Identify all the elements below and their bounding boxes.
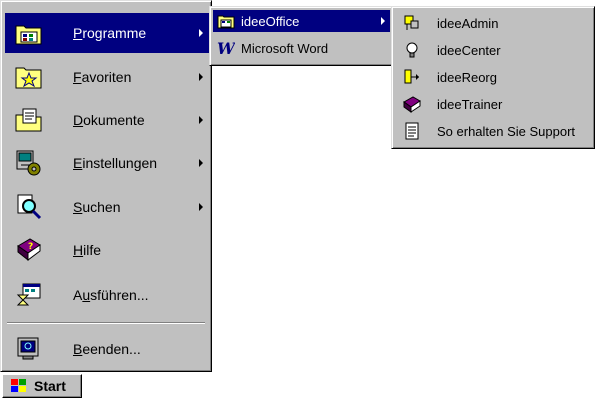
menu-separator [7, 322, 205, 324]
windows-logo-icon [9, 377, 31, 395]
accel-letter: B [73, 341, 83, 357]
reorg-icon [401, 66, 423, 88]
submenu-item-label: ideeReorg [437, 69, 497, 85]
submenu-arrow-icon [199, 203, 203, 211]
accel-letter: E [73, 155, 83, 171]
programs-folder-icon [11, 17, 47, 49]
accel-letter: u [82, 287, 91, 303]
accel-letter: P [73, 25, 83, 41]
trainer-book-icon [401, 93, 423, 115]
start-button[interactable]: Start [2, 374, 82, 398]
document-icon [401, 120, 423, 142]
menu-item-label: eenden... [82, 341, 141, 357]
ideeoffice-submenu: ideeAdmin ideeCenter ideeReorg ideeTrain… [391, 6, 595, 149]
search-icon [11, 191, 47, 223]
start-menu: Programme Favoriten Dokumente Einstellun… [0, 0, 212, 372]
favorites-folder-icon [11, 61, 47, 93]
menu-item-label: uchen [82, 199, 121, 215]
menu-item-label-pre: A [73, 287, 83, 303]
menu-item-hilfe[interactable]: ? Hilfe [5, 230, 209, 270]
submenu-item-label: Microsoft Word [241, 40, 329, 56]
submenu-item-ideereorg[interactable]: ideeReorg [395, 64, 591, 90]
submenu-arrow-icon [199, 29, 203, 37]
submenu-item-microsoft-word[interactable]: W Microsoft Word [213, 37, 390, 59]
submenu-arrow-icon [199, 116, 203, 124]
accel-letter: F [73, 69, 82, 85]
menu-item-label: sführen... [90, 287, 149, 303]
menu-item-programme[interactable]: Programme [5, 13, 209, 53]
menu-item-label: ilfe [83, 242, 102, 258]
submenu-item-ideeoffice[interactable]: ideeOffice [213, 10, 390, 32]
accel-letter: H [73, 242, 84, 258]
submenu-item-label: So erhalten Sie Support [437, 123, 576, 139]
menu-item-dokumente[interactable]: Dokumente [5, 100, 209, 140]
submenu-item-label: ideeOffice [241, 13, 300, 29]
submenu-item-ideecenter[interactable]: ideeCenter [395, 37, 591, 63]
word-icon: W [217, 39, 235, 57]
lightbulb-icon [401, 39, 423, 61]
menu-item-label: instellungen [82, 155, 158, 171]
menu-item-suchen[interactable]: Suchen [5, 187, 209, 227]
menu-item-favoriten[interactable]: Favoriten [5, 57, 209, 97]
program-group-icon [217, 12, 235, 30]
accel-letter: D [73, 112, 84, 128]
submenu-item-support[interactable]: So erhalten Sie Support [395, 118, 591, 144]
submenu-item-label: ideeCenter [437, 42, 501, 58]
svg-text:W: W [217, 40, 235, 56]
submenu-item-ideeadmin[interactable]: ideeAdmin [395, 10, 591, 36]
submenu-arrow-icon [199, 159, 203, 167]
submenu-arrow-icon [199, 73, 203, 81]
menu-item-ausfuehren[interactable]: Ausführen... [5, 275, 209, 315]
menu-item-label: avoriten [81, 69, 132, 85]
documents-folder-icon [11, 104, 47, 136]
menu-item-beenden[interactable]: Beenden... [5, 329, 209, 369]
help-book-icon: ? [11, 234, 47, 266]
svg-text:?: ? [28, 242, 33, 252]
settings-icon [11, 147, 47, 179]
shutdown-icon [11, 333, 47, 365]
accel-letter: S [73, 199, 83, 215]
submenu-item-ideetrainer[interactable]: ideeTrainer [395, 91, 591, 117]
submenu-item-label: ideeAdmin [437, 15, 499, 31]
menu-item-label: okumente [83, 112, 145, 128]
run-icon [11, 279, 47, 311]
admin-icon [401, 12, 423, 34]
menu-item-einstellungen[interactable]: Einstellungen [5, 143, 209, 183]
programs-submenu: ideeOffice W Microsoft Word [209, 6, 394, 66]
submenu-item-label: ideeTrainer [437, 96, 503, 112]
submenu-arrow-icon [381, 17, 385, 25]
menu-item-label: rogramme [82, 25, 147, 41]
start-label: Start [34, 378, 66, 394]
